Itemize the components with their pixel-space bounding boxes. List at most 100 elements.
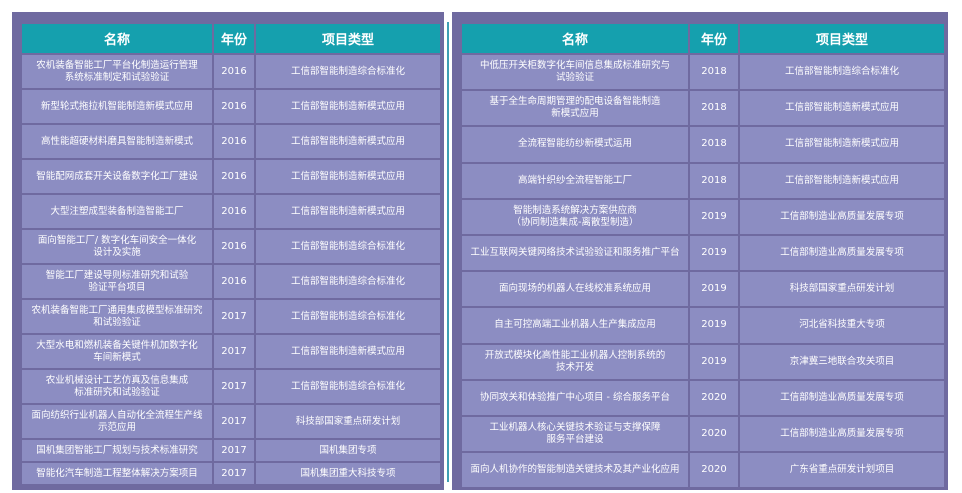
project-type: 工信部智能制造综合标准化 xyxy=(740,55,944,90)
project-name: 农业机械设计工艺仿真及信息集成 标准研究和试验验证 xyxy=(22,370,212,403)
project-name: 农机装备智能工厂通用集成模型标准研究 和试验验证 xyxy=(22,300,212,333)
project-name: 智能工厂建设导则标准研究和试验 验证平台项目 xyxy=(22,265,212,298)
project-name: 自主可控高端工业机器人生产集成应用 xyxy=(462,308,688,343)
project-type: 科技部国家重点研发计划 xyxy=(256,405,440,438)
project-type: 工信部制造业高质量发展专项 xyxy=(740,380,944,415)
project-type: 工信部智能制造新模式应用 xyxy=(256,335,440,368)
table-row: 智能配网成套开关设备数字化工厂建设 2016 工信部智能制造新模式应用 xyxy=(22,160,440,193)
project-year: 2020 xyxy=(690,416,738,452)
project-year: 2019 xyxy=(690,344,738,379)
project-type: 国机集团重大科技专项 xyxy=(256,463,440,484)
project-year: 2018 xyxy=(690,127,738,162)
left-panel: 名称 年份 项目类型 农机装备智能工厂平台化制造运行管理 系统标准制定和试验验证… xyxy=(12,12,444,490)
project-year: 2017 xyxy=(214,300,254,333)
table-row: 自主可控高端工业机器人生产集成应用 2019 河北省科技重大专项 xyxy=(462,308,944,343)
table-row: 农机装备智能工厂平台化制造运行管理 系统标准制定和试验验证 2016 工信部智能制造… xyxy=(22,55,440,88)
table-row: 农机装备智能工厂通用集成模型标准研究 和试验验证 2017 工信部智能制造综合标准化 xyxy=(22,300,440,333)
project-year: 2016 xyxy=(214,230,254,263)
table-row: 面向纺织行业机器人自动化全流程生产线 示范应用 2017 科技部国家重点研发计划 xyxy=(22,405,440,438)
panel-divider xyxy=(447,22,449,482)
project-year: 2017 xyxy=(214,370,254,403)
project-type: 工信部智能制造新模式应用 xyxy=(740,127,944,162)
project-year: 2017 xyxy=(214,405,254,438)
project-name: 智能化汽车制造工程整体解决方案项目 xyxy=(22,463,212,484)
project-name: 国机集团智能工厂规划与技术标准研究 xyxy=(22,440,212,461)
project-name: 高性能超硬材料磨具智能制造新模式 xyxy=(22,125,212,158)
project-type: 工信部智能制造新模式应用 xyxy=(740,163,944,198)
table-row: 基于全生命周期管理的配电设备智能制造 新模式应用 2018 工信部智能制造新模式应用 xyxy=(462,91,944,126)
table-row: 面向现场的机器人在线校准系统应用 2019 科技部国家重点研发计划 xyxy=(462,272,944,307)
header-type: 项目类型 xyxy=(256,24,440,53)
table-row: 中低压开关柜数字化车间信息集成标准研究与 试验验证 2018 工信部智能制造综合标准… xyxy=(462,55,944,90)
project-name: 面向人机协作的智能制造关键技术及其产业化应用 xyxy=(462,453,688,488)
right-panel: 名称 年份 项目类型 中低压开关柜数字化车间信息集成标准研究与 试验验证 2018… xyxy=(452,12,948,490)
table-row: 高性能超硬材料磨具智能制造新模式 2016 工信部智能制造新模式应用 xyxy=(22,125,440,158)
table-row: 高端针织纱全流程智能工厂 2018 工信部智能制造新模式应用 xyxy=(462,163,944,198)
project-type: 工信部智能制造新模式应用 xyxy=(256,90,440,123)
project-type: 工信部智能制造综合标准化 xyxy=(256,230,440,263)
project-name: 面向纺织行业机器人自动化全流程生产线 示范应用 xyxy=(22,405,212,438)
project-type: 广东省重点研发计划项目 xyxy=(740,453,944,488)
table-row: 国机集团智能工厂规划与技术标准研究 2017 国机集团专项 xyxy=(22,440,440,461)
project-name: 开放式模块化高性能工业机器人控制系统的 技术开发 xyxy=(462,344,688,379)
project-type: 京津冀三地联合攻关项目 xyxy=(740,344,944,379)
project-type: 科技部国家重点研发计划 xyxy=(740,272,944,307)
table-row: 新型轮式拖拉机智能制造新模式应用 2016 工信部智能制造新模式应用 xyxy=(22,90,440,123)
project-name: 协同攻关和体验推广中心项目 - 综合服务平台 xyxy=(462,380,688,415)
project-type: 国机集团专项 xyxy=(256,440,440,461)
project-year: 2017 xyxy=(214,440,254,461)
project-name: 高端针织纱全流程智能工厂 xyxy=(462,163,688,198)
project-type: 工信部智能制造新模式应用 xyxy=(256,195,440,228)
project-type: 工信部制造业高质量发展专项 xyxy=(740,416,944,452)
project-year: 2016 xyxy=(214,160,254,193)
header-year: 年份 xyxy=(690,24,738,53)
project-name: 工业机器人核心关键技术验证与支撑保障 服务平台建设 xyxy=(462,416,688,452)
project-name: 农机装备智能工厂平台化制造运行管理 系统标准制定和试验验证 xyxy=(22,55,212,88)
table-row: 面向人机协作的智能制造关键技术及其产业化应用 2020 广东省重点研发计划项目 xyxy=(462,453,944,488)
table-row: 智能化汽车制造工程整体解决方案项目 2017 国机集团重大科技专项 xyxy=(22,463,440,484)
project-year: 2017 xyxy=(214,335,254,368)
project-name: 中低压开关柜数字化车间信息集成标准研究与 试验验证 xyxy=(462,55,688,90)
table-row: 全流程智能纺纱新模式运用 2018 工信部智能制造新模式应用 xyxy=(462,127,944,162)
table-row: 面向智能工厂/ 数字化车间安全一体化 设计及实施 2016 工信部智能制造综合标准化 xyxy=(22,230,440,263)
project-year: 2019 xyxy=(690,199,738,234)
project-year: 2017 xyxy=(214,463,254,484)
project-year: 2016 xyxy=(214,195,254,228)
project-year: 2019 xyxy=(690,272,738,307)
project-name: 面向现场的机器人在线校准系统应用 xyxy=(462,272,688,307)
project-type: 工信部智能制造综合标准化 xyxy=(256,370,440,403)
table-row: 农业机械设计工艺仿真及信息集成 标准研究和试验验证 2017 工信部智能制造综合标准… xyxy=(22,370,440,403)
project-name: 基于全生命周期管理的配电设备智能制造 新模式应用 xyxy=(462,91,688,126)
project-year: 2018 xyxy=(690,91,738,126)
project-name: 智能配网成套开关设备数字化工厂建设 xyxy=(22,160,212,193)
project-year: 2016 xyxy=(214,55,254,88)
project-type: 工信部制造业高质量发展专项 xyxy=(740,235,944,271)
project-type: 工信部智能制造新模式应用 xyxy=(740,91,944,126)
header-name: 名称 xyxy=(462,24,688,53)
table-row: 智能制造系统解决方案供应商 （协同制造集成-离散型制造） 2019 工信部制造业高质… xyxy=(462,199,944,234)
project-year: 2020 xyxy=(690,380,738,415)
left-project-table: 名称 年份 项目类型 农机装备智能工厂平台化制造运行管理 系统标准制定和试验验证… xyxy=(20,22,442,486)
table-row: 工业机器人核心关键技术验证与支撑保障 服务平台建设 2020 工信部制造业高质量发展… xyxy=(462,416,944,452)
project-type: 工信部智能制造综合标准化 xyxy=(256,300,440,333)
header-row: 名称 年份 项目类型 xyxy=(462,24,944,53)
project-year: 2019 xyxy=(690,235,738,271)
project-year: 2019 xyxy=(690,308,738,343)
header-name: 名称 xyxy=(22,24,212,53)
header-year: 年份 xyxy=(214,24,254,53)
project-year: 2016 xyxy=(214,125,254,158)
project-year: 2016 xyxy=(214,90,254,123)
project-name: 智能制造系统解决方案供应商 （协同制造集成-离散型制造） xyxy=(462,199,688,234)
project-name: 大型水电和燃机装备关键件机加数字化 车间新模式 xyxy=(22,335,212,368)
table-row: 大型注塑成型装备制造智能工厂 2016 工信部智能制造新模式应用 xyxy=(22,195,440,228)
project-name: 工业互联网关键网络技术试验验证和服务推广平台 xyxy=(462,235,688,271)
table-row: 工业互联网关键网络技术试验验证和服务推广平台 2019 工信部制造业高质量发展专项 xyxy=(462,235,944,271)
project-year: 2020 xyxy=(690,453,738,488)
project-name: 面向智能工厂/ 数字化车间安全一体化 设计及实施 xyxy=(22,230,212,263)
project-name: 全流程智能纺纱新模式运用 xyxy=(462,127,688,162)
table-row: 智能工厂建设导则标准研究和试验 验证平台项目 2016 工信部智能制造综合标准化 xyxy=(22,265,440,298)
table-row: 大型水电和燃机装备关键件机加数字化 车间新模式 2017 工信部智能制造新模式应用 xyxy=(22,335,440,368)
project-type: 工信部智能制造综合标准化 xyxy=(256,265,440,298)
header-type: 项目类型 xyxy=(740,24,944,53)
project-year: 2016 xyxy=(214,265,254,298)
